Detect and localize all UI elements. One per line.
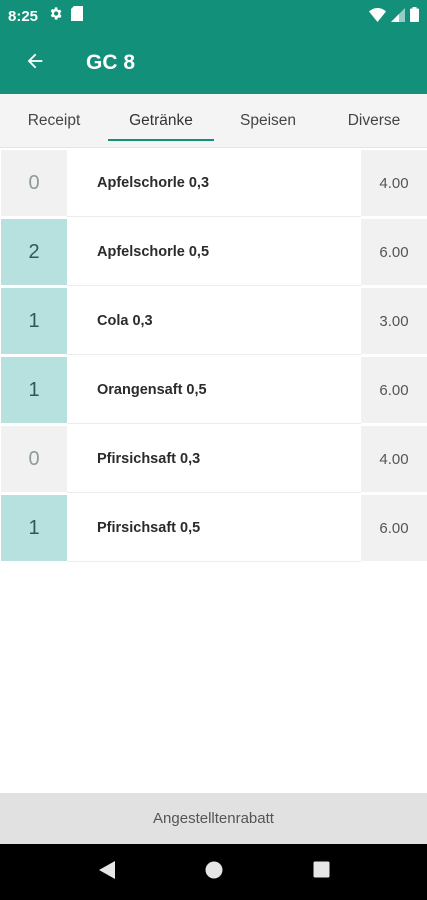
tab-label: Receipt	[27, 111, 81, 129]
item-name[interactable]: Apfelschorle 0,5	[97, 219, 209, 285]
list-item: 0 Pfirsichsaft 0,3 4.00	[0, 426, 427, 495]
status-time: 8:25	[8, 7, 39, 25]
item-list: 0 Apfelschorle 0,3 4.00 2 Apfelschorle 0…	[0, 150, 427, 564]
tab-indicator	[108, 139, 214, 141]
employee-discount-button[interactable]: Angestelltenrabatt	[0, 793, 427, 844]
item-price: 6.00	[361, 219, 427, 285]
tab-label: Getränke	[129, 111, 193, 129]
status-bar: 8:25	[0, 0, 427, 32]
item-price: 4.00	[361, 150, 427, 216]
quantity-cell[interactable]: 2	[1, 219, 67, 285]
settings-icon	[48, 6, 63, 26]
tab-getraenke[interactable]: Getränke	[108, 94, 214, 147]
app-bar: GC 8	[0, 32, 427, 94]
home-circle-icon	[205, 861, 223, 884]
quantity-cell[interactable]: 0	[1, 426, 67, 492]
list-item: 1 Pfirsichsaft 0,5 6.00	[0, 495, 427, 564]
tab-label: Speisen	[239, 111, 296, 129]
quantity-cell[interactable]: 0	[1, 150, 67, 216]
tab-speisen[interactable]: Speisen	[222, 94, 314, 147]
item-name[interactable]: Pfirsichsaft 0,3	[97, 426, 200, 492]
back-triangle-icon	[98, 860, 116, 885]
battery-icon	[410, 7, 419, 27]
tab-label: Diverse	[347, 111, 401, 129]
nav-home-button[interactable]	[200, 858, 228, 886]
page-title: GC 8	[86, 51, 136, 74]
list-item: 0 Apfelschorle 0,3 4.00	[0, 150, 427, 219]
divider	[67, 561, 361, 562]
divider	[67, 216, 361, 217]
list-item: 2 Apfelschorle 0,5 6.00	[0, 219, 427, 288]
item-name[interactable]: Apfelschorle 0,3	[97, 150, 209, 216]
item-name[interactable]: Pfirsichsaft 0,5	[97, 495, 200, 561]
list-item: 1 Orangensaft 0,5 6.00	[0, 357, 427, 426]
button-label: Angestelltenrabatt	[153, 810, 274, 827]
quantity-cell[interactable]: 1	[1, 357, 67, 423]
item-name[interactable]: Orangensaft 0,5	[97, 357, 207, 423]
item-price: 3.00	[361, 288, 427, 354]
item-price: 6.00	[361, 495, 427, 561]
tab-diverse[interactable]: Diverse	[330, 94, 418, 147]
sd-card-icon	[71, 6, 84, 26]
signal-icon	[391, 7, 405, 27]
quantity-cell[interactable]: 1	[1, 495, 67, 561]
divider	[67, 354, 361, 355]
divider	[67, 423, 361, 424]
back-button[interactable]	[20, 48, 50, 78]
quantity-cell[interactable]: 1	[1, 288, 67, 354]
recents-square-icon	[313, 861, 330, 883]
nav-back-button[interactable]	[93, 858, 121, 886]
arrow-back-icon	[24, 50, 46, 77]
divider	[67, 285, 361, 286]
wifi-icon	[369, 7, 386, 27]
item-price: 6.00	[361, 357, 427, 423]
tab-receipt[interactable]: Receipt	[8, 94, 100, 147]
item-price: 4.00	[361, 426, 427, 492]
item-name[interactable]: Cola 0,3	[97, 288, 153, 354]
nav-recents-button[interactable]	[307, 858, 335, 886]
tab-bar: Receipt Getränke Speisen Diverse	[0, 94, 427, 148]
list-item: 1 Cola 0,3 3.00	[0, 288, 427, 357]
system-nav-bar	[0, 844, 427, 900]
divider	[67, 492, 361, 493]
